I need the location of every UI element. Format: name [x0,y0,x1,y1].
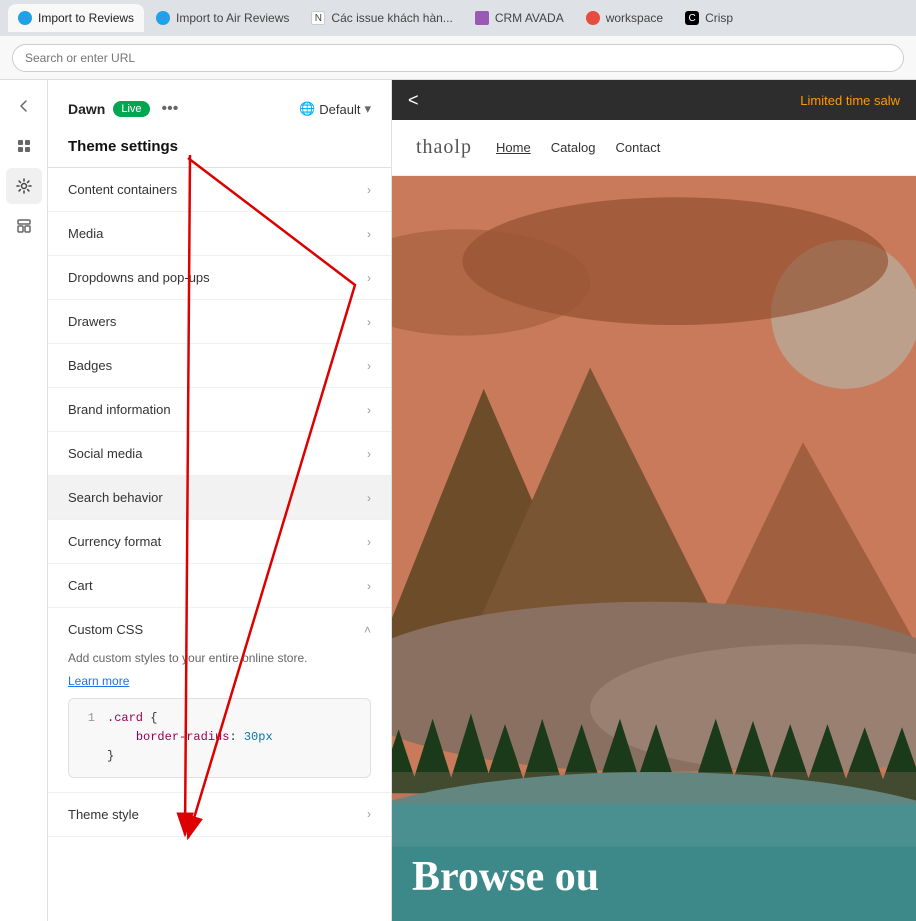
sidebar-back-btn[interactable] [6,88,42,124]
custom-css-body: Add custom styles to your entire online … [68,649,371,778]
section-item-cart[interactable]: Cart › [48,564,391,608]
browser-tab-bar: 🌐 Import to Reviews 🌐 Import to Air Revi… [0,0,916,36]
address-bar [0,36,916,80]
chevron-icon: › [367,227,371,241]
settings-scroll-area[interactable]: Content containers › Media › Dropdowns a… [48,168,391,921]
tab-import2[interactable]: 🌐 Import to Reviews [8,4,144,32]
sidebar-settings-btn[interactable] [6,168,42,204]
chevron-icon: › [367,491,371,505]
section-item-currency-format[interactable]: Currency format › [48,520,391,564]
tab-favicon-crm [475,11,489,25]
shop-nav-links: Home Catalog Contact [496,140,660,155]
default-label: Default [319,102,360,117]
section-item-drawers[interactable]: Drawers › [48,300,391,344]
chevron-icon: › [367,271,371,285]
default-button[interactable]: 🌐 Default ▾ [299,101,371,117]
custom-css-header[interactable]: Custom CSS ˄ [68,622,371,637]
address-input[interactable] [12,44,904,72]
tab-favicon-notion: N [311,11,325,25]
chevron-icon: › [367,535,371,549]
tab-label-import1: Import to Air Reviews [176,11,289,25]
section-item-content-containers[interactable]: Content containers › [48,168,391,212]
tab-workspace[interactable]: workspace [576,4,673,32]
section-item-media[interactable]: Media › [48,212,391,256]
tab-label-import2: Import to Reviews [38,11,134,25]
section-item-social-media[interactable]: Social media › [48,432,391,476]
tab-notion[interactable]: N Các issue khách hàn... [301,4,462,32]
panel-title: Theme settings [68,130,371,159]
preview-header-bar: < Limited time salw [392,80,916,120]
tab-label-crisp: Crisp [705,11,733,25]
nav-link-catalog[interactable]: Catalog [551,140,596,155]
chevron-icon: › [367,315,371,329]
tab-label-crm: CRM AVADA [495,11,564,25]
hero-image: Browse ou [392,176,916,921]
chevron-icon: › [367,403,371,417]
section-item-badges[interactable]: Badges › [48,344,391,388]
line-number [79,747,95,766]
custom-css-description: Add custom styles to your entire online … [68,649,371,667]
header-suffix: w [891,93,900,108]
app-container: Dawn Live ••• 🌐 Default ▾ Theme settings… [0,80,916,921]
icon-sidebar [0,80,48,921]
tab-favicon-globe2: 🌐 [156,11,170,25]
code-content: .card { [107,709,157,728]
code-editor[interactable]: 1 .card { border-radius: 30px } [68,698,371,778]
code-line-2: border-radius: 30px [79,728,360,747]
section-custom-css: Custom CSS ˄ Add custom styles to your e… [48,608,391,793]
learn-more-link[interactable]: Learn more [68,674,129,688]
globe-icon: 🌐 [299,101,315,117]
shop-logo: thaolp [416,136,472,159]
tab-crisp[interactable]: C Crisp [675,4,743,32]
chevron-icon: › [367,359,371,373]
section-item-brand-information[interactable]: Brand information › [48,388,391,432]
preview-header-text: Limited time salw [800,93,900,108]
code-line-3: } [79,747,360,766]
tab-favicon-workspace [586,11,600,25]
custom-css-chevron-up: ˄ [364,623,371,637]
browse-text: Browse ou [412,853,599,901]
shop-nav: thaolp Home Catalog Contact [392,120,916,176]
nav-link-contact[interactable]: Contact [616,140,661,155]
store-name: Dawn [68,101,105,117]
preview-area: < Limited time salw thaolp Home Catalog … [392,80,916,921]
tab-label-workspace: workspace [606,11,663,25]
panel-menu-dots[interactable]: ••• [158,96,183,122]
tab-favicon-crisp: C [685,11,699,25]
settings-panel: Dawn Live ••• 🌐 Default ▾ Theme settings… [48,80,392,921]
line-number [79,728,95,747]
preview-back-button[interactable]: < [408,90,419,111]
sidebar-dashboard-btn[interactable] [6,128,42,164]
chevron-down-icon: ▾ [364,101,371,117]
chevron-icon: › [367,807,371,821]
landscape-scene [392,176,916,921]
code-line-1: 1 .card { [79,709,360,728]
tab-crm[interactable]: CRM AVADA [465,4,574,32]
sidebar-layout-btn[interactable] [6,208,42,244]
code-content: border-radius: 30px [107,728,273,747]
line-number: 1 [79,709,95,728]
code-content: } [107,747,114,766]
chevron-icon: › [367,447,371,461]
chevron-icon: › [367,183,371,197]
tab-favicon-globe: 🌐 [18,11,32,25]
live-badge: Live [113,101,149,117]
tab-import1[interactable]: 🌐 Import to Air Reviews [146,4,299,32]
panel-header: Dawn Live ••• 🌐 Default ▾ Theme settings [48,80,391,168]
custom-css-label: Custom CSS [68,622,143,637]
section-item-dropdowns-popups[interactable]: Dropdowns and pop-ups › [48,256,391,300]
chevron-icon: › [367,579,371,593]
section-item-theme-style[interactable]: Theme style › [48,793,391,837]
section-item-search-behavior[interactable]: Search behavior › [48,476,391,520]
tab-label-notion: Các issue khách hàn... [331,11,452,25]
nav-link-home[interactable]: Home [496,140,531,155]
